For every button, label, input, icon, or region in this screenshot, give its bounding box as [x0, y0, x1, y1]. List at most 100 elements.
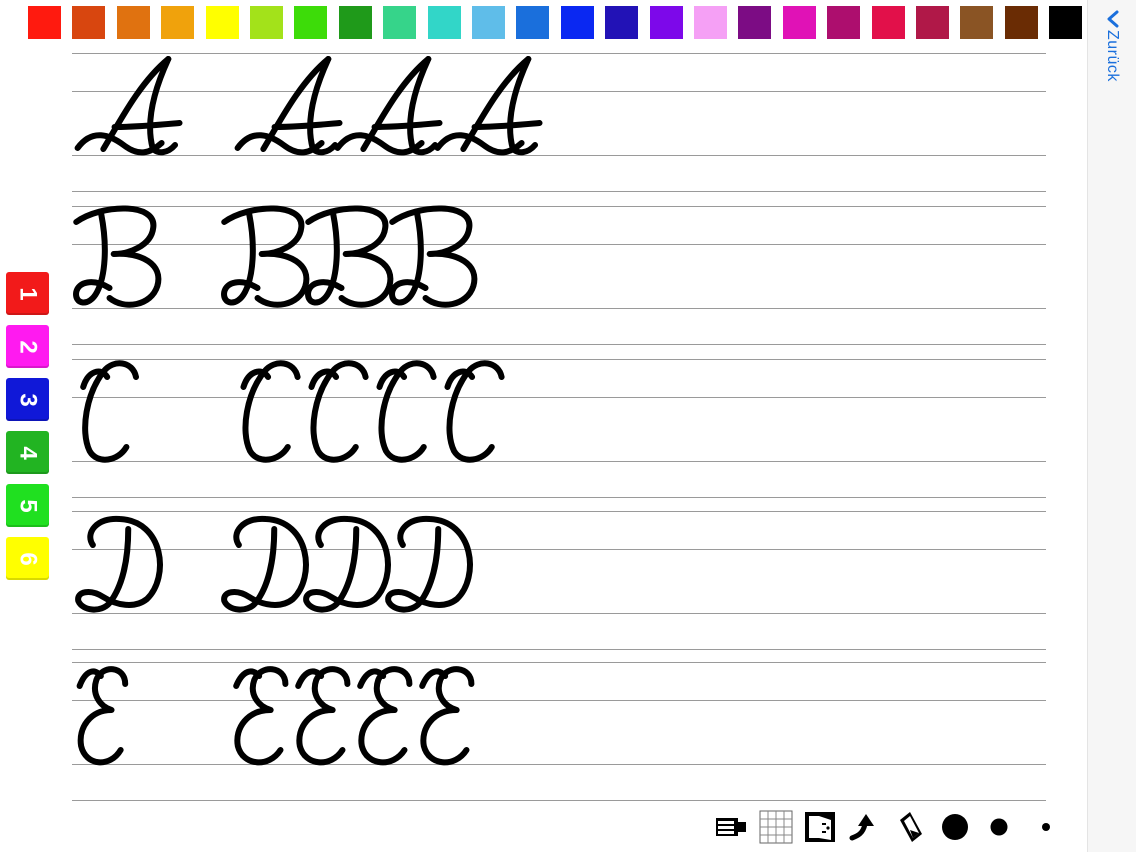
practice-letter — [298, 669, 347, 762]
handwriting-stroke — [76, 214, 109, 303]
handwriting-stroke — [308, 208, 390, 304]
handwriting-stroke — [363, 59, 428, 149]
layer-button-1[interactable]: 1 — [6, 272, 49, 315]
color-swatch[interactable] — [338, 6, 372, 39]
handwriting-stroke — [78, 519, 160, 610]
handwriting-stroke — [361, 669, 409, 762]
color-swatch[interactable] — [738, 6, 772, 39]
color-swatch[interactable] — [649, 6, 683, 39]
layer-button-5[interactable]: 5 — [6, 484, 49, 527]
color-swatch[interactable] — [1004, 6, 1038, 39]
color-swatch[interactable] — [28, 6, 61, 39]
color-swatch[interactable] — [782, 6, 816, 39]
brush-large-icon — [942, 814, 968, 840]
back-label: Zurück — [1103, 30, 1121, 82]
grid-button[interactable] — [758, 806, 794, 848]
handwriting-stroke — [236, 671, 259, 686]
exit-door-icon — [805, 812, 835, 842]
back-button[interactable]: Zurück — [1087, 0, 1136, 852]
handwriting-stroke — [388, 519, 470, 610]
letter-row-e — [80, 669, 472, 762]
brush-small-button[interactable] — [1036, 806, 1056, 848]
handwriting-stroke — [379, 372, 404, 387]
exit-button[interactable] — [802, 806, 838, 848]
color-swatch[interactable] — [960, 6, 994, 39]
rubber-button[interactable] — [894, 806, 928, 848]
brush-medium-icon — [990, 818, 1008, 836]
color-swatch[interactable] — [516, 6, 550, 39]
color-swatch[interactable] — [383, 6, 417, 39]
toolbar — [710, 806, 1055, 848]
color-swatch[interactable] — [827, 6, 861, 39]
handwriting-stroke — [310, 59, 335, 152]
handwriting-stroke — [103, 59, 168, 149]
handwriting-stroke — [392, 214, 425, 303]
handwriting-strokes — [76, 59, 539, 762]
undo-arrow-icon — [849, 814, 874, 841]
color-swatch[interactable] — [294, 6, 328, 39]
brush-large-button[interactable] — [938, 806, 972, 848]
handwriting-stroke — [438, 135, 522, 152]
sample-letter — [78, 519, 160, 610]
color-swatch[interactable] — [427, 6, 461, 39]
sample-letter — [83, 363, 136, 459]
layer-button-3[interactable]: 3 — [6, 378, 49, 421]
handwriting-stroke — [410, 59, 435, 152]
handwriting-stroke — [85, 363, 136, 459]
practice-letter — [236, 669, 285, 762]
color-swatch[interactable] — [250, 6, 283, 39]
eraser-button[interactable] — [714, 806, 748, 848]
handwriting-stroke — [224, 208, 306, 304]
practice-letter — [388, 519, 470, 610]
layer-button-label: 6 — [14, 551, 42, 566]
sample-letter — [76, 208, 158, 304]
handwriting-stroke — [80, 671, 101, 686]
handwriting-stroke — [224, 214, 257, 303]
layer-button-label: 1 — [14, 286, 42, 301]
rubber-icon — [900, 812, 922, 842]
layer-button-label: 4 — [14, 445, 42, 460]
color-swatch[interactable] — [1049, 6, 1083, 39]
handwriting-stroke — [224, 519, 306, 610]
color-swatch[interactable] — [116, 6, 150, 39]
color-swatch[interactable] — [72, 6, 106, 39]
chevron-left-icon — [1107, 10, 1119, 28]
brush-medium-button[interactable] — [986, 806, 1012, 848]
layer-selector: 1 2 3 4 5 6 — [6, 272, 50, 584]
handwriting-stroke — [150, 59, 175, 152]
undo-button[interactable] — [848, 806, 882, 848]
color-swatch[interactable] — [560, 6, 594, 39]
handwriting-stroke — [115, 123, 180, 127]
layer-button-6[interactable]: 6 — [6, 537, 49, 580]
color-swatch[interactable] — [605, 6, 639, 39]
color-swatch[interactable] — [694, 6, 727, 39]
ruled-lines — [72, 53, 1046, 801]
handwriting-stroke — [245, 363, 297, 459]
handwriting-stroke — [237, 669, 285, 762]
layer-button-label: 3 — [14, 392, 42, 407]
handwriting-stroke — [423, 669, 471, 762]
handwriting-stroke — [338, 135, 422, 152]
handwriting-stroke — [263, 59, 328, 149]
color-swatch[interactable] — [161, 6, 195, 39]
handwriting-stroke — [313, 363, 365, 459]
color-swatch[interactable] — [871, 6, 905, 39]
layer-button-4[interactable]: 4 — [6, 431, 49, 474]
letter-row-c — [83, 363, 501, 459]
letter-row-b — [76, 208, 474, 304]
color-swatch[interactable] — [205, 6, 239, 39]
letter-row-d — [78, 519, 470, 610]
practice-letter — [238, 59, 340, 152]
color-swatch[interactable] — [916, 6, 949, 39]
practice-letter — [422, 669, 471, 762]
handwriting-stroke — [422, 671, 445, 686]
handwriting-stroke — [447, 372, 472, 387]
practice-letter — [392, 208, 474, 304]
practice-letter — [379, 363, 433, 459]
handwriting-stroke — [360, 671, 383, 686]
worksheet[interactable] — [0, 0, 1136, 852]
color-swatch[interactable] — [472, 6, 505, 39]
practice-letter — [360, 669, 409, 762]
layer-button-2[interactable]: 2 — [6, 325, 49, 368]
practice-letter — [224, 208, 306, 304]
